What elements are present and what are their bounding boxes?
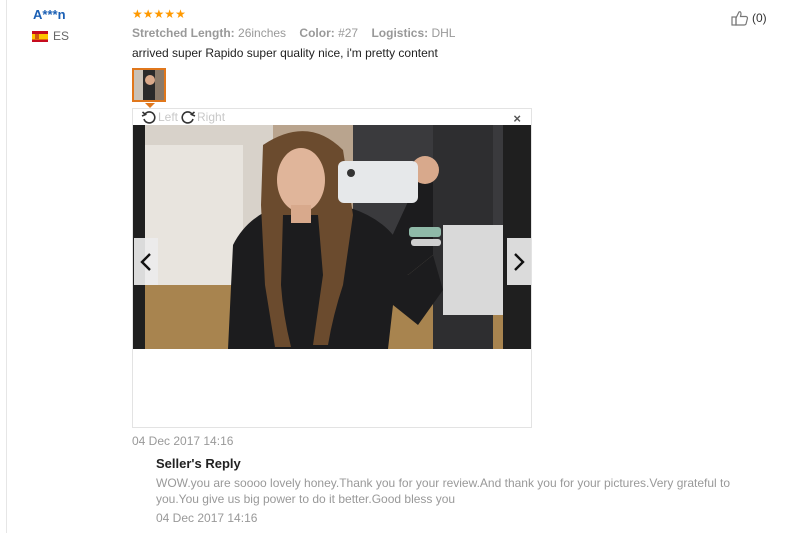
- left-divider: [6, 0, 7, 533]
- attr-key: Color:: [299, 26, 335, 40]
- previous-photo-button[interactable]: [134, 238, 158, 285]
- thumbs-up-icon: [731, 11, 749, 26]
- viewer-toolbar: Left Right: [141, 109, 225, 125]
- star-icon: ★: [142, 7, 154, 21]
- rotate-left-label: Left: [158, 110, 179, 124]
- seller-reply-text: WOW.you are soooo lovely honey.Thank you…: [156, 476, 731, 506]
- chevron-left-icon: [140, 252, 151, 271]
- selfie-photo-image: [133, 125, 531, 349]
- reviewer-name[interactable]: A***n: [33, 7, 66, 22]
- attr-value: 26inches: [238, 26, 287, 40]
- attr-key: Logistics:: [371, 26, 429, 40]
- seller-reply-title: Seller's Reply: [156, 456, 241, 471]
- star-icon: ★: [132, 7, 143, 21]
- helpful-button[interactable]: (0): [731, 10, 767, 26]
- review-photo: [133, 125, 531, 349]
- review-text: arrived super Rapido super quality nice,…: [132, 46, 438, 60]
- reviewer-country: ES: [32, 29, 69, 43]
- chevron-right-icon: [514, 252, 525, 271]
- spain-flag-icon: [32, 30, 48, 42]
- review-date: 04 Dec 2017 14:16: [132, 434, 234, 448]
- photo-viewer: Left Right ×: [132, 108, 532, 428]
- star-icon: ★: [175, 7, 186, 21]
- rotate-right-button[interactable]: Right: [180, 109, 225, 125]
- rotate-right-label: Right: [197, 110, 226, 124]
- product-attributes: Stretched Length: 26inches Color: #27 Lo…: [132, 26, 465, 40]
- attr-value: DHL: [431, 26, 456, 40]
- attr-key: Stretched Length:: [132, 26, 235, 40]
- rotate-right-icon: [181, 111, 196, 124]
- attr-value: #27: [338, 26, 359, 40]
- star-rating: ★ ★ ★ ★ ★: [132, 7, 186, 21]
- country-code: ES: [53, 29, 70, 43]
- close-viewer-button[interactable]: ×: [513, 111, 521, 126]
- review-photo-thumbnail[interactable]: [132, 68, 166, 102]
- next-photo-button[interactable]: [507, 238, 531, 285]
- seller-reply-date: 04 Dec 2017 14:16: [156, 511, 258, 525]
- rotate-left-button[interactable]: Left: [141, 109, 178, 125]
- rotate-left-icon: [141, 111, 156, 124]
- star-icon: ★: [153, 7, 165, 21]
- thumbnail-image: [134, 70, 164, 100]
- star-icon: ★: [164, 7, 176, 21]
- helpful-count: (0): [752, 11, 767, 25]
